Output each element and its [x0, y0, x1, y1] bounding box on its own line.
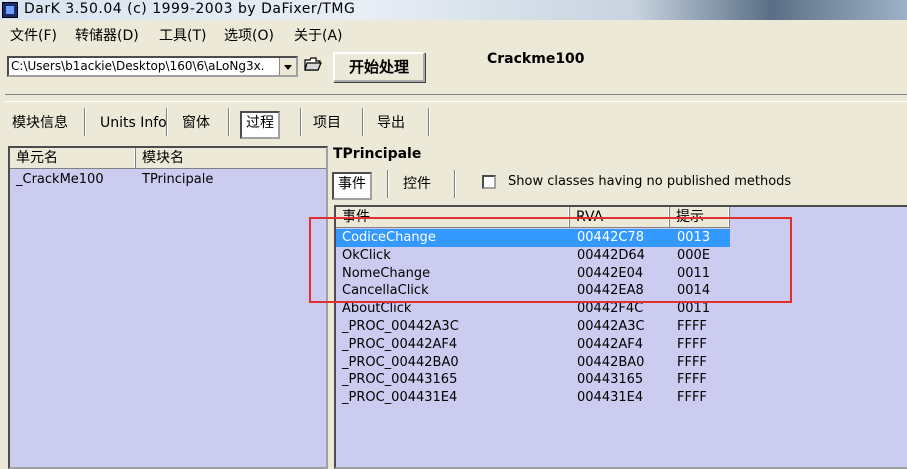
- event-rva: 00442D64: [577, 247, 645, 263]
- event-hint: 0013: [677, 230, 711, 245]
- event-name: _PROC_00442AF4: [342, 336, 458, 352]
- units-list[interactable]: 单元名 模块名 _CrackMe100 TPrincipale: [8, 146, 328, 469]
- tab-procedures[interactable]: 过程: [240, 111, 280, 139]
- table-row[interactable]: CancellaClick 00442EA8 0014: [336, 282, 730, 300]
- app-icon[interactable]: [2, 2, 18, 18]
- show-classes-checkbox[interactable]: [482, 175, 496, 189]
- start-process-button[interactable]: 开始处理: [333, 52, 425, 82]
- toolbar: C:\Users\b1ackie\Desktop\160\6\aLoNg3x. …: [0, 44, 907, 92]
- event-rva: 00442E04: [577, 265, 644, 281]
- events-list-header: 事件 RVA 提示: [336, 207, 730, 228]
- path-value: C:\Users\b1ackie\Desktop\160\6\aLoNg3x.: [11, 59, 265, 73]
- event-name: _PROC_00443165: [342, 372, 458, 388]
- table-row[interactable]: _PROC_004431E4 004431E4 FFFF: [336, 389, 730, 407]
- tab-separator: [84, 108, 86, 136]
- units-list-header: 单元名 模块名: [10, 148, 326, 169]
- tab-units-info[interactable]: Units Info: [96, 111, 171, 135]
- event-rva: 00442A3C: [577, 319, 645, 334]
- menu-about[interactable]: 关于(A): [294, 25, 343, 45]
- module-name: TPrincipale: [142, 172, 214, 187]
- folder-open-icon[interactable]: [302, 56, 324, 78]
- table-row[interactable]: _PROC_00442A3C 00442A3C FFFF: [336, 318, 730, 336]
- column-hint[interactable]: 提示: [670, 207, 730, 227]
- column-event[interactable]: 事件: [336, 207, 570, 227]
- table-row[interactable]: _PROC_00442AF4 00442AF4 FFFF: [336, 336, 730, 354]
- table-row[interactable]: AboutClick 00442F4C 0011: [336, 300, 730, 318]
- event-name: _PROC_00442BA0: [342, 354, 459, 370]
- tab-separator: [428, 108, 430, 136]
- chevron-down-icon[interactable]: [279, 58, 296, 75]
- column-module-name[interactable]: 模块名: [136, 148, 326, 168]
- path-combobox[interactable]: C:\Users\b1ackie\Desktop\160\6\aLoNg3x.: [7, 56, 298, 77]
- event-rva: 00442F4C: [577, 301, 644, 317]
- tab-module-info[interactable]: 模块信息: [8, 111, 72, 135]
- title-bar: DarK 3.50.04 (c) 1999-2003 by DaFixer/TM…: [0, 0, 907, 20]
- column-rva[interactable]: RVA: [570, 207, 670, 227]
- list-item[interactable]: _CrackMe100 TPrincipale: [10, 171, 326, 189]
- event-hint: FFFF: [677, 354, 707, 370]
- column-unit-name[interactable]: 单元名: [10, 148, 136, 168]
- unit-name: _CrackMe100: [16, 172, 104, 187]
- menu-dumper[interactable]: 转储器(D): [75, 25, 139, 45]
- show-classes-label: Show classes having no published methods: [508, 174, 792, 189]
- tab-events[interactable]: 事件: [332, 172, 372, 200]
- event-name: CodiceChange: [342, 230, 436, 245]
- tab-separator: [300, 108, 302, 136]
- event-name: OkClick: [342, 247, 391, 263]
- events-list[interactable]: 事件 RVA 提示 CodiceChange 00442C78 0013 OkClic…: [334, 205, 907, 469]
- table-row[interactable]: _PROC_00442BA0 00442BA0 FFFF: [336, 354, 730, 372]
- event-rva: 00443165: [577, 372, 644, 388]
- tab-controls[interactable]: 控件: [399, 172, 435, 196]
- form-name: TPrincipale: [333, 146, 422, 162]
- menu-options[interactable]: 选项(O): [224, 25, 274, 45]
- event-rva: 00442C78: [577, 230, 644, 245]
- table-row[interactable]: _PROC_00443165 00443165 FFFF: [336, 371, 730, 389]
- event-name: CancellaClick: [342, 283, 429, 299]
- main-tabbar: 模块信息 Units Info 窗体 过程 项目 导出: [0, 106, 907, 140]
- project-name: Crackme100: [487, 51, 585, 67]
- tab-project[interactable]: 项目: [309, 111, 345, 135]
- event-hint: 000E: [677, 247, 711, 263]
- event-name: AboutClick: [342, 301, 412, 317]
- event-hint: 0011: [677, 265, 711, 281]
- menu-bar: 文件(F) 转储器(D) 工具(T) 选项(O) 关于(A): [0, 22, 907, 44]
- event-hint: 0014: [677, 283, 711, 299]
- event-hint: FFFF: [677, 336, 707, 352]
- event-rva: 004431E4: [577, 390, 644, 406]
- tab-separator: [454, 170, 456, 198]
- tab-separator: [166, 108, 168, 136]
- event-hint: 0011: [677, 301, 711, 317]
- menu-tools[interactable]: 工具(T): [159, 25, 206, 45]
- event-rva: 00442AF4: [577, 336, 643, 352]
- progress-divider: [5, 94, 907, 102]
- tab-separator: [228, 108, 230, 136]
- table-row[interactable]: CodiceChange 00442C78 0013: [336, 229, 730, 247]
- event-name: _PROC_00442A3C: [342, 319, 459, 334]
- table-row[interactable]: NomeChange 00442E04 0011: [336, 265, 730, 283]
- tab-separator: [387, 170, 389, 198]
- event-rva: 00442BA0: [577, 354, 645, 370]
- window-title: DarK 3.50.04 (c) 1999-2003 by DaFixer/TM…: [24, 1, 356, 17]
- event-hint: FFFF: [677, 319, 707, 334]
- event-rva: 00442EA8: [577, 283, 644, 299]
- menu-file[interactable]: 文件(F): [10, 25, 57, 45]
- event-hint: FFFF: [677, 390, 707, 406]
- event-name: NomeChange: [342, 265, 431, 281]
- tab-forms[interactable]: 窗体: [178, 111, 214, 135]
- event-hint: FFFF: [677, 372, 707, 388]
- event-name: _PROC_004431E4: [342, 390, 458, 406]
- tab-separator: [362, 108, 364, 136]
- table-row[interactable]: OkClick 00442D64 000E: [336, 247, 730, 265]
- tab-exports[interactable]: 导出: [373, 111, 409, 135]
